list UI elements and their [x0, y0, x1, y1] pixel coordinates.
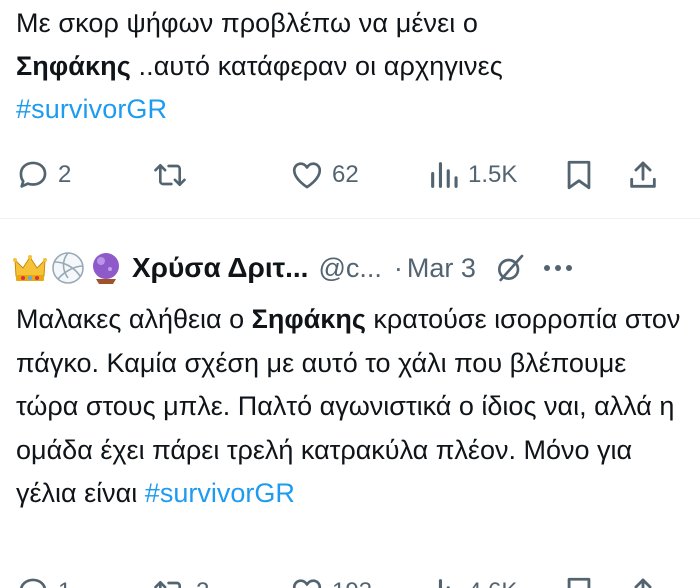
tweet-2-actions: 1 2 193 4.6K	[0, 572, 700, 588]
tweet-1-hashtag[interactable]: #survivorGR	[16, 94, 167, 124]
tweet-1-actions: 2 62 1.5K	[0, 155, 700, 195]
tweet-2-reply-count: 1	[58, 578, 71, 588]
tweet-2-hashtag[interactable]: #survivorGR	[145, 478, 295, 508]
user-emojis	[12, 250, 124, 286]
volleyball-emoji	[52, 252, 84, 284]
tweet-2-retweet-count: 2	[196, 578, 209, 588]
tweet-2-text: Μαλακες αλήθεια ο Σηφάκης κρατούσε ισορρ…	[16, 298, 692, 516]
tweet-2-text-after-bold: κρατούσε ισορροπία στον πάγκο. Καμία σχέ…	[16, 304, 681, 508]
retweet-icon	[154, 163, 186, 187]
tweet-1-retweet-button[interactable]	[152, 155, 196, 195]
crown-emoji	[13, 255, 47, 281]
tweet-2-reply-button[interactable]: 1	[16, 572, 71, 588]
tweet-1-text-after-bold: ..αυτό κατάφεραν οι αρχηγινες	[130, 51, 503, 81]
tweet-2-retweet-button[interactable]: 2	[152, 572, 209, 588]
retweet-icon	[154, 580, 182, 588]
grok-icon[interactable]	[494, 252, 526, 284]
bookmark-icon	[567, 160, 591, 190]
tweet-1-like-button[interactable]: 62	[290, 155, 359, 195]
reply-icon	[19, 578, 47, 588]
tweet-divider	[0, 218, 700, 219]
separator-dot: ·	[393, 252, 403, 283]
tweet-1-text: Με σκορ ψήφων προβλέπω να μένει ο Σηφάκη…	[16, 2, 676, 131]
tweet-2-text-before-bold: Μαλακες αλήθεια ο	[16, 304, 252, 334]
tweet-2-header: Χρύσα Δριτ... @c... · Mar 3	[12, 248, 692, 288]
bookmark-icon	[567, 577, 591, 588]
tweet-2-bookmark-button[interactable]	[563, 572, 595, 588]
more-icon[interactable]	[543, 265, 572, 271]
share-icon	[634, 578, 652, 588]
tweet-1-views-count: 1.5K	[468, 161, 518, 188]
heart-icon	[292, 579, 322, 588]
tweet-1-bold-name: Σηφάκης	[16, 51, 131, 81]
tweet-1-share-button[interactable]	[626, 155, 660, 195]
tweet-2-views-count: 4.6K	[468, 578, 517, 588]
tweet-2-bold-name: Σηφάκης	[251, 304, 366, 334]
heart-icon	[292, 162, 322, 189]
views-icon	[438, 579, 450, 588]
tweet-2-like-count: 193	[332, 578, 372, 588]
tweet-1-text-line1: Με σκορ ψήφων προβλέπω να μένει ο	[16, 8, 479, 38]
tweet-2-views-button[interactable]: 4.6K	[428, 572, 517, 588]
tweet-1-like-count: 62	[332, 161, 359, 188]
tweet-1-reply-count: 2	[58, 161, 72, 188]
tweet-1-views-button[interactable]: 1.5K	[428, 155, 517, 195]
tweet-1-reply-button[interactable]: 2	[16, 155, 71, 195]
user-handle[interactable]: @c...	[318, 253, 381, 284]
views-icon	[431, 162, 458, 188]
tweet-2-like-button[interactable]: 193	[290, 572, 372, 588]
share-icon	[630, 161, 656, 188]
reply-icon	[19, 161, 47, 188]
tweet-date[interactable]: Mar 3	[407, 253, 476, 284]
crystal-ball-emoji	[93, 253, 119, 284]
tweet-2-share-button[interactable]	[626, 572, 660, 588]
display-name[interactable]: Χρύσα Δριτ...	[132, 252, 308, 284]
tweet-1-bookmark-button[interactable]	[563, 155, 595, 195]
tweet-1[interactable]: Με σκορ ψήφων προβλέπω να μένει ο Σηφάκη…	[0, 0, 700, 225]
